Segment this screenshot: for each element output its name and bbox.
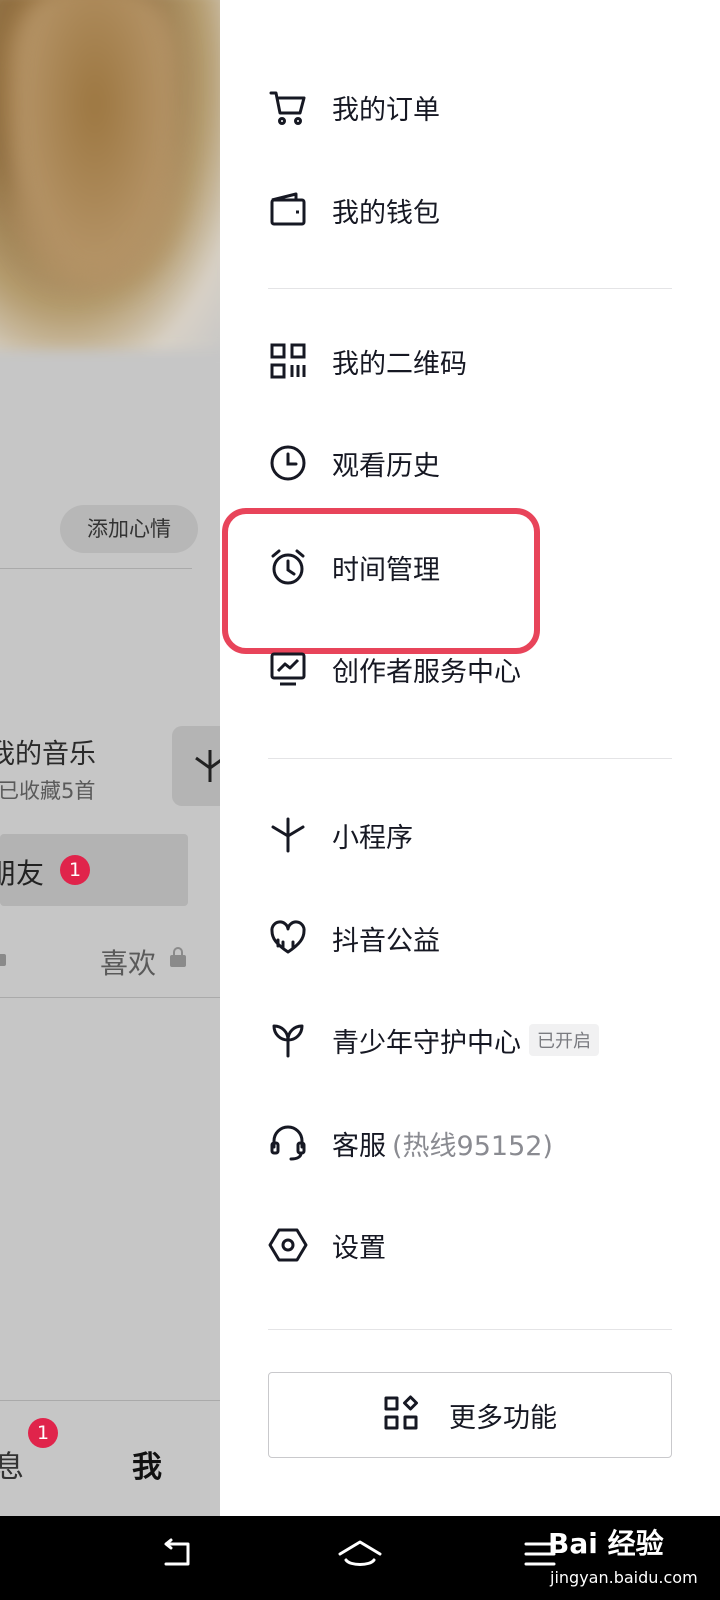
- lock-icon: [0, 954, 6, 966]
- heart-icon: [268, 918, 308, 958]
- lock-icon: [170, 947, 186, 967]
- headset-icon: [268, 1123, 308, 1163]
- menu-item-orders[interactable]: 我的订单: [268, 77, 668, 137]
- profile-photo-blur: [10, 0, 180, 290]
- menu-item-label: 观看历史: [332, 450, 440, 482]
- qrcode-icon: [268, 341, 308, 381]
- menu-item-youth-protection[interactable]: 青少年守护中心 已开启: [268, 1010, 668, 1070]
- monitor-chart-icon: [268, 649, 308, 689]
- hexagon-settings-icon: [268, 1225, 308, 1265]
- tab-likes[interactable]: 喜欢: [100, 942, 156, 982]
- more-features-label: 更多功能: [449, 1402, 557, 1434]
- add-mood-button[interactable]: 添加心情: [60, 505, 198, 553]
- mini-program-icon: [195, 750, 220, 782]
- hotline-text: (热线95152): [392, 1130, 553, 1162]
- more-features-button[interactable]: 更多功能: [268, 1372, 672, 1458]
- menu-item-label: 我的订单: [332, 94, 440, 126]
- mini-program-icon: [268, 815, 308, 855]
- menu-item-customer-service[interactable]: 客服 (热线95152): [268, 1113, 668, 1173]
- menu-item-wallet[interactable]: 我的钱包: [268, 180, 668, 240]
- friends-badge: 1: [60, 855, 90, 885]
- menu-item-label: 我的二维码: [332, 348, 467, 380]
- divider: [268, 288, 672, 289]
- menu-item-creator-center[interactable]: 创作者服务中心: [268, 639, 668, 699]
- wallet-icon: [268, 190, 308, 230]
- back-icon[interactable]: [160, 1536, 196, 1576]
- profile-panel-dimmed[interactable]: 添加心情 我的音乐 已收藏5首 朋友 1 喜欢 息 1 我: [0, 0, 220, 1516]
- divider: [0, 1400, 220, 1401]
- cart-icon: [268, 87, 308, 127]
- menu-item-mini-programs[interactable]: 小程序: [268, 805, 668, 865]
- watermark-url: jingyan.baidu.com: [550, 1568, 698, 1587]
- divider: [268, 1329, 672, 1330]
- mini-program-tile[interactable]: [172, 726, 220, 806]
- status-badge: 已开启: [529, 1024, 599, 1056]
- divider: [268, 758, 672, 759]
- tab-me[interactable]: 我: [132, 1442, 162, 1486]
- my-music-title[interactable]: 我的音乐: [0, 732, 96, 771]
- baidu-jingyan-watermark: Bai 经验: [548, 1527, 664, 1560]
- menu-item-label: 抖音公益: [332, 925, 440, 957]
- tab-messages[interactable]: 息: [0, 1442, 24, 1486]
- menu-item-label: 我的钱包: [332, 197, 440, 229]
- divider: [0, 997, 220, 998]
- menu-item-label: 创作者服务中心: [332, 656, 521, 688]
- menu-item-watch-history[interactable]: 观看历史: [268, 433, 668, 493]
- sprout-icon: [268, 1020, 308, 1060]
- menu-item-label: 客服: [332, 1130, 386, 1162]
- menu-item-label: 设置: [332, 1232, 386, 1264]
- menu-item-charity[interactable]: 抖音公益: [268, 908, 668, 968]
- home-icon[interactable]: [336, 1536, 384, 1576]
- side-drawer-menu: 我的订单 我的钱包 我的二维码 观看历史 时间管理 创作者服务中心 小程序 抖音…: [220, 0, 720, 1516]
- divider: [0, 568, 192, 569]
- friends-label: 朋友: [0, 857, 45, 890]
- my-music-subtitle: 已收藏5首: [0, 779, 96, 803]
- grid-shapes-icon: [383, 1395, 419, 1435]
- menu-item-label: 青少年守护中心: [332, 1027, 521, 1059]
- messages-badge: 1: [28, 1418, 58, 1448]
- clock-icon: [268, 443, 308, 483]
- menu-item-qrcode[interactable]: 我的二维码: [268, 331, 668, 391]
- menu-item-label: 小程序: [332, 822, 413, 854]
- highlight-annotation: [222, 508, 540, 654]
- menu-item-settings[interactable]: 设置: [268, 1215, 668, 1275]
